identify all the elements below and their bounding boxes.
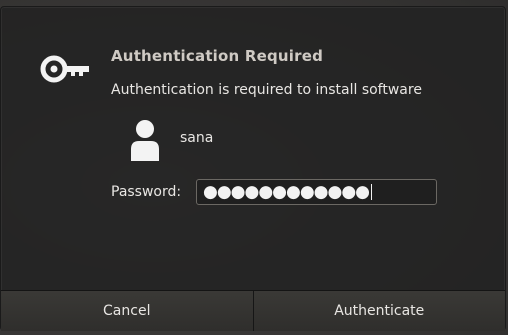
password-masked-value: ●●●●●●●●●●●● — [203, 181, 370, 202]
dialog-title: Authentication Required — [111, 47, 324, 65]
user-icon — [131, 120, 159, 161]
authenticate-button[interactable]: Authenticate — [252, 291, 505, 331]
password-field[interactable]: ●●●●●●●●●●●● — [196, 179, 437, 205]
password-label: Password: — [111, 184, 182, 200]
dialog-message: Authentication is required to install so… — [111, 82, 422, 98]
key-icon — [40, 55, 89, 83]
username-label: sana — [180, 130, 214, 146]
authentication-dialog: Authentication Required Authentication i… — [0, 6, 506, 331]
text-caret — [371, 184, 373, 200]
dialog-button-bar: Cancel Authenticate — [1, 290, 505, 331]
cancel-button[interactable]: Cancel — [1, 291, 253, 331]
